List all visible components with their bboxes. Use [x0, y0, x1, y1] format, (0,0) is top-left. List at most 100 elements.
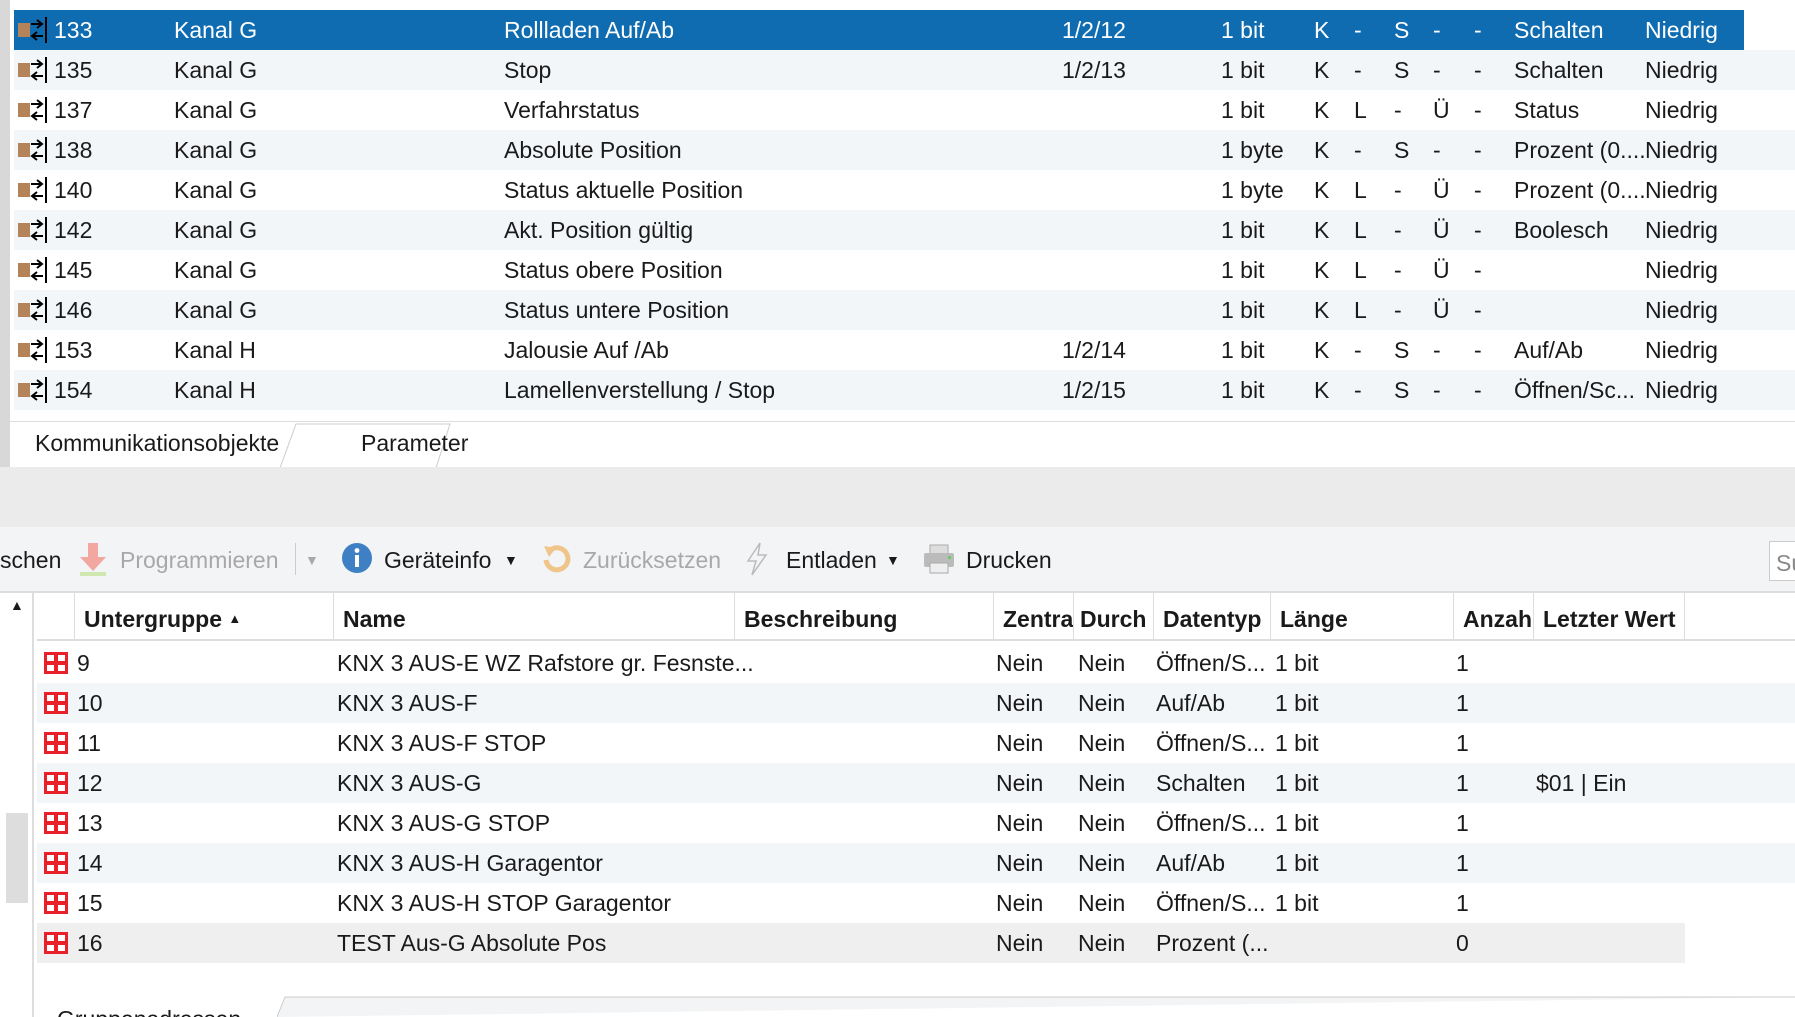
datatype-cell: Öffnen/Sc... — [1514, 377, 1636, 403]
object-size-cell: 1 bit — [1221, 377, 1265, 403]
header-letzter-wert[interactable]: Letzter Wert — [1534, 593, 1685, 641]
drucken-button[interactable]: Drucken — [966, 547, 1052, 574]
flag-l-cell: L — [1354, 97, 1367, 123]
flag-k-cell: K — [1314, 17, 1330, 43]
object-number-cell: 140 — [54, 177, 93, 203]
object-size-cell: 1 bit — [1221, 17, 1265, 43]
datentyp-cell: Prozent (... — [1156, 930, 1269, 956]
table-row[interactable]: 13 KNX 3 AUS-G STOP Nein Nein Öffnen/S... 1 b… — [37, 803, 1795, 843]
zentral-cell: Nein — [996, 810, 1044, 836]
laenge-cell: 1 bit — [1275, 850, 1319, 876]
header-datentyp[interactable]: Datentyp — [1154, 593, 1271, 641]
programmieren-dropdown-icon[interactable]: ▼ — [305, 552, 319, 568]
laenge-cell: 1 bit — [1275, 690, 1319, 716]
name-cell: KNX 3 AUS-G — [337, 770, 482, 796]
flag-a-cell: - — [1474, 17, 1482, 43]
table-row[interactable]: 12 KNX 3 AUS-G Nein Nein Schalten 1 bit 1 $01 |… — [37, 763, 1795, 803]
table-row[interactable]: 135 Kanal G Stop 1/2/13 1 bit K - S - - Schalten Ni… — [14, 50, 1795, 90]
group-address-icon — [43, 651, 69, 675]
table-row[interactable]: 11 KNX 3 AUS-F STOP Nein Nein Öffnen/S... 1 b… — [37, 723, 1795, 763]
object-number-cell: 154 — [54, 377, 93, 403]
table-row[interactable]: 138 Kanal G Absolute Position 1 byte K - S - - Pr… — [14, 130, 1795, 170]
loeschen-button[interactable]: schen — [0, 547, 61, 574]
search-input[interactable]: Su — [1769, 541, 1795, 581]
flag-l-cell: - — [1354, 17, 1362, 43]
flag-k-cell: K — [1314, 337, 1330, 363]
zuruecksetzen-button[interactable]: Zurücksetzen — [583, 547, 721, 574]
entladen-dropdown-icon[interactable]: ▼ — [886, 552, 900, 568]
zentral-cell: Nein — [996, 930, 1044, 956]
header-anzahl[interactable]: Anzah — [1454, 593, 1534, 641]
flag-a-cell: - — [1474, 177, 1482, 203]
table-row[interactable]: 145 Kanal G Status obere Position 1 bit K L - Ü… — [14, 250, 1795, 290]
geraeteinfo-button[interactable]: Geräteinfo — [384, 547, 491, 574]
table-row[interactable]: 142 Kanal G Akt. Position gültig 1 bit K L - Ü -… — [14, 210, 1795, 250]
name-cell: KNX 3 AUS-F — [337, 690, 478, 716]
tab-parameter[interactable]: Parameter — [361, 430, 468, 457]
priority-cell: Niedrig — [1645, 137, 1718, 163]
object-size-cell: 1 bit — [1221, 57, 1265, 83]
communication-objects-table: 133 Kanal G Rollladen Auf/Ab 1/2/12 1 bit K - S… — [0, 0, 1795, 467]
vertical-scrollbar[interactable]: ▲ — [0, 593, 34, 1017]
durchgang-cell: Nein — [1078, 930, 1126, 956]
group-address-icon — [43, 731, 69, 755]
header-name[interactable]: Name — [334, 593, 735, 641]
group-address-icon — [43, 851, 69, 875]
channel-cell: Kanal G — [174, 97, 258, 123]
object-size-cell: 1 byte — [1221, 137, 1284, 163]
header-zentral[interactable]: Zentra — [994, 593, 1074, 641]
object-number-cell: 137 — [54, 97, 93, 123]
table-row[interactable]: 16 TEST Aus-G Absolute Pos Nein Nein Prozent… — [37, 923, 1795, 963]
programmieren-button[interactable]: Programmieren — [120, 547, 279, 574]
left-splitter[interactable] — [0, 0, 10, 467]
object-name-cell: Stop — [504, 57, 552, 83]
flag-a-cell: - — [1474, 337, 1482, 363]
table-row[interactable]: 153 Kanal H Jalousie Auf /Ab 1/2/14 1 bit K - S… — [14, 330, 1795, 370]
tab-gruppenadressen[interactable]: Gruppenadressen — [57, 1006, 241, 1017]
scrollbar-thumb[interactable] — [6, 813, 28, 903]
entladen-button[interactable]: Entladen — [786, 547, 877, 574]
flag-s-cell: - — [1394, 177, 1402, 203]
anzahl-cell: 1 — [1456, 770, 1469, 796]
table-row[interactable]: 14 KNX 3 AUS-H Garagentor Nein Nein Auf/Ab 1 … — [37, 843, 1795, 883]
datatype-cell: Auf/Ab — [1514, 337, 1584, 363]
flag-k-cell: K — [1314, 257, 1330, 283]
durchgang-cell: Nein — [1078, 730, 1126, 756]
name-cell: KNX 3 AUS-H Garagentor — [337, 850, 603, 876]
object-number-cell: 146 — [54, 297, 93, 323]
object-number-cell: 135 — [54, 57, 93, 83]
table-row[interactable]: 146 Kanal G Status untere Position 1 bit K L -… — [14, 290, 1795, 330]
durchgang-cell: Nein — [1078, 650, 1126, 676]
table-row[interactable]: 9 KNX 3 AUS-E WZ Rafstore gr. Fesnste... N… — [37, 643, 1795, 683]
datatype-cell: Status — [1514, 97, 1580, 123]
datentyp-cell: Auf/Ab — [1156, 690, 1226, 716]
header-icon-column[interactable] — [37, 593, 75, 641]
header-laenge[interactable]: Länge — [1271, 593, 1454, 641]
scroll-up-icon[interactable]: ▲ — [10, 597, 24, 613]
header-beschreibung[interactable]: Beschreibung — [735, 593, 994, 641]
zentral-cell: Nein — [996, 730, 1044, 756]
group-address-cell: 1/2/12 — [1062, 17, 1126, 43]
untergruppe-cell: 16 — [77, 930, 103, 956]
header-durchgang[interactable]: Durch — [1074, 593, 1154, 641]
object-name-cell: Jalousie Auf /Ab — [504, 337, 669, 363]
header-untergruppe[interactable]: Untergruppe ▲ — [75, 593, 334, 641]
channel-cell: Kanal G — [174, 177, 258, 203]
flag-l-cell: - — [1354, 137, 1362, 163]
table-row[interactable]: 133 Kanal G Rollladen Auf/Ab 1/2/12 1 bit K - S… — [14, 10, 1744, 50]
table-header: Untergruppe ▲ Name Beschreibung Zentra D… — [37, 593, 1795, 641]
priority-cell: Niedrig — [1645, 57, 1718, 83]
flag-u-cell: Ü — [1433, 257, 1450, 283]
table-row[interactable]: 140 Kanal G Status aktuelle Position 1 byte… — [14, 170, 1795, 210]
priority-cell: Niedrig — [1645, 217, 1718, 243]
table-row[interactable]: 154 Kanal H Lamellenverstellung / Stop 1/2/… — [14, 370, 1795, 410]
tab-kommunikationsobjekte[interactable]: Kommunikationsobjekte — [35, 430, 279, 457]
letzter-wert-cell: $01 | Ein — [1536, 770, 1627, 796]
priority-cell: Niedrig — [1645, 97, 1718, 123]
geraeteinfo-dropdown-icon[interactable]: ▼ — [504, 552, 518, 568]
table-row[interactable]: 15 KNX 3 AUS-H STOP Garagentor Nein Nein Öff… — [37, 883, 1795, 923]
flag-s-cell: - — [1394, 217, 1402, 243]
program-icon — [80, 543, 106, 576]
table-row[interactable]: 137 Kanal G Verfahrstatus 1 bit K L - Ü - Status N… — [14, 90, 1795, 130]
table-row[interactable]: 10 KNX 3 AUS-F Nein Nein Auf/Ab 1 bit 1 — [37, 683, 1795, 723]
